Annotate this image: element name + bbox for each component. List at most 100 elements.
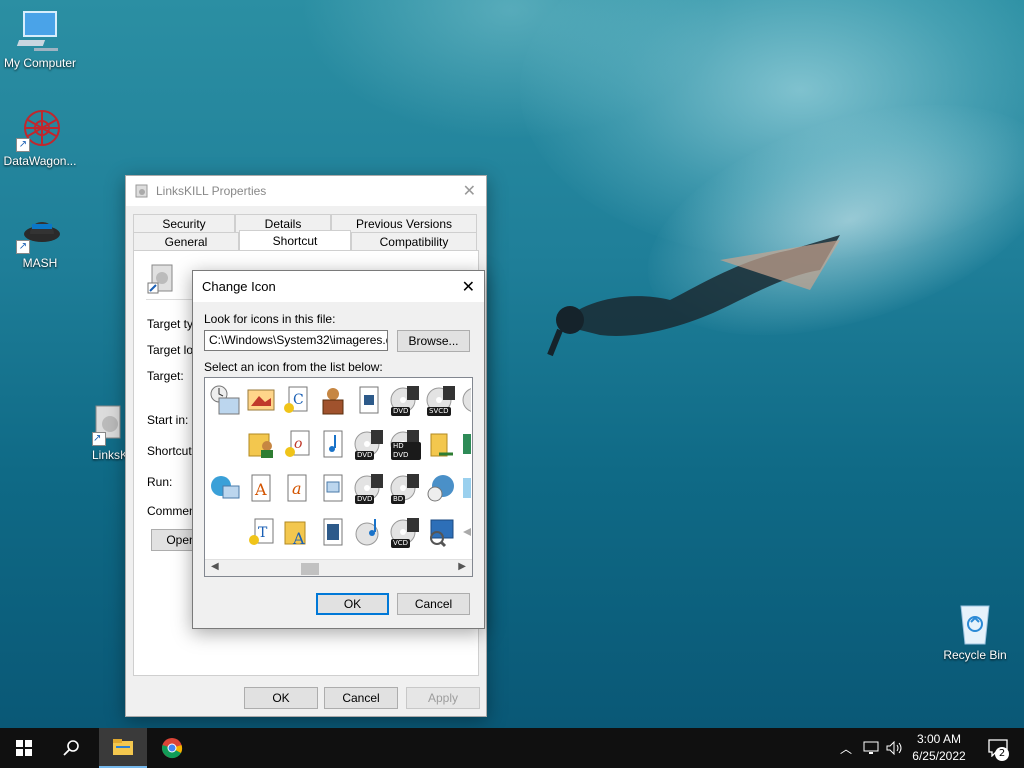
shortcut-arrow-icon: ↗ xyxy=(16,138,30,152)
computer-icon xyxy=(16,11,58,51)
target-label: Target: xyxy=(147,369,184,383)
tab-security[interactable]: Security xyxy=(133,214,235,232)
close-icon[interactable]: ✕ xyxy=(463,181,476,201)
svcd-badge: SVCD xyxy=(427,407,451,416)
close-icon[interactable]: ✕ xyxy=(462,277,475,297)
partial-disc-icon[interactable] xyxy=(461,384,471,416)
desktop-icon-label: LinksKI xyxy=(92,448,132,462)
tab-previous-versions[interactable]: Previous Versions xyxy=(331,214,477,232)
svcd-disc-icon[interactable]: SVCD xyxy=(425,384,457,416)
icon-list[interactable]: C DVD SVCD o DVD HD DVD A a DVD BD T A V… xyxy=(204,377,473,577)
video-document-icon[interactable] xyxy=(353,384,385,416)
search-button[interactable] xyxy=(48,728,96,768)
partial-check-icon[interactable] xyxy=(461,428,471,460)
properties-app-icon xyxy=(135,184,148,198)
datawagon-desktop-icon[interactable]: ↗ DataWagon... xyxy=(0,108,80,168)
desktop-background: My Computer ↗ DataWagon... ↗ MASH ↗ Link… xyxy=(0,0,1024,728)
dvd-disc-icon[interactable]: DVD xyxy=(353,428,385,460)
properties-apply-button[interactable]: Apply xyxy=(406,687,480,709)
desktop-icon-label: Recycle Bin xyxy=(943,648,1007,662)
bd-badge: BD xyxy=(391,495,406,504)
folder-arrow-icon[interactable] xyxy=(425,428,457,460)
font-a-icon[interactable]: A xyxy=(245,472,277,504)
vcd-disc-icon[interactable]: VCD xyxy=(389,516,421,548)
partial-icon[interactable] xyxy=(461,472,471,504)
font-a-italic-icon[interactable]: a xyxy=(281,472,313,504)
film-document-icon[interactable] xyxy=(317,516,349,548)
dvd-disc-icon[interactable]: DVD xyxy=(353,472,385,504)
button-label: OK xyxy=(272,691,290,705)
shortcut-arrow-icon: ↗ xyxy=(92,432,106,446)
diver-image xyxy=(547,235,840,357)
scroll-right-icon[interactable]: ▶ xyxy=(458,561,466,572)
chrome-taskbar-button[interactable] xyxy=(148,728,196,768)
bd-disc-icon[interactable]: BD xyxy=(389,472,421,504)
dvd-disc-icon[interactable]: DVD xyxy=(389,384,421,416)
tab-general[interactable]: General xyxy=(133,232,239,250)
chrome-icon xyxy=(162,738,183,759)
user-folder-icon[interactable] xyxy=(245,428,277,460)
dvd-badge: DVD xyxy=(391,407,411,416)
notification-count-badge: 2 xyxy=(995,747,1009,761)
svg-text:o: o xyxy=(294,436,302,452)
icon-list-horizontal-scrollbar[interactable]: ◀ ▶ xyxy=(205,559,472,576)
recycle-bin-desktop-icon[interactable]: Recycle Bin xyxy=(935,602,1015,662)
button-label: OK xyxy=(343,597,362,611)
recycle-bin-icon xyxy=(960,605,990,645)
network-icon[interactable] xyxy=(860,728,882,768)
vcd-badge: VCD xyxy=(391,539,411,548)
desktop-icon-label: DataWagon... xyxy=(3,154,77,168)
properties-title: LinksKILL Properties xyxy=(156,184,267,198)
button-label: Browse... xyxy=(408,334,459,348)
change-icon-title: Change Icon xyxy=(202,279,276,294)
partial-icon[interactable] xyxy=(461,516,471,548)
chevron-up-icon[interactable]: ︿ xyxy=(836,728,856,768)
properties-ok-button[interactable]: OK xyxy=(244,687,318,709)
music-disc-icon[interactable] xyxy=(353,516,385,548)
image-document-icon[interactable] xyxy=(317,472,349,504)
icon-file-path-input[interactable]: C:\Windows\System32\imageres.dll xyxy=(204,330,388,351)
certificate-document-icon[interactable]: C xyxy=(281,384,313,416)
select-icon-label: Select an icon from the list below: xyxy=(204,360,383,374)
mash-desktop-icon[interactable]: ↗ MASH xyxy=(0,210,80,270)
volume-icon[interactable] xyxy=(884,728,906,768)
certificate-a-icon[interactable]: o xyxy=(281,428,313,460)
tab-shortcut[interactable]: Shortcut xyxy=(239,230,351,251)
scrollbar-thumb[interactable] xyxy=(301,563,319,575)
my-computer-desktop-icon[interactable]: My Computer xyxy=(0,10,80,70)
clock-picture-icon[interactable] xyxy=(209,384,241,416)
shortcut-arrow-icon: ↗ xyxy=(16,240,30,254)
user-briefcase-icon[interactable] xyxy=(317,384,349,416)
tab-compatibility[interactable]: Compatibility xyxy=(351,232,477,250)
browse-button[interactable]: Browse... xyxy=(397,330,470,352)
change-icon-ok-button[interactable]: OK xyxy=(316,593,389,615)
hd-dvd-badge: HD DVD xyxy=(391,442,421,460)
font-folder-icon[interactable]: A xyxy=(281,516,313,548)
globe-clock-icon[interactable] xyxy=(425,472,457,504)
change-icon-cancel-button[interactable]: Cancel xyxy=(397,593,470,615)
svg-text:C: C xyxy=(293,392,304,408)
clock[interactable]: 3:00 AM 6/25/2022 xyxy=(908,728,970,768)
tab-label: Security xyxy=(162,216,206,231)
shortcut-file-icon xyxy=(147,264,173,294)
network-globe-icon[interactable] xyxy=(209,472,241,504)
properties-cancel-button[interactable]: Cancel xyxy=(324,687,398,709)
action-center-button[interactable]: 2 xyxy=(978,728,1018,768)
start-button[interactable] xyxy=(0,728,48,768)
clock-date: 6/25/2022 xyxy=(912,749,966,763)
svg-text:A: A xyxy=(254,480,267,499)
desktop-icon-label: My Computer xyxy=(3,56,77,70)
file-explorer-taskbar-button[interactable] xyxy=(99,728,147,768)
windows-start-icon xyxy=(16,740,32,756)
button-label: Cancel xyxy=(414,597,453,611)
run-label: Run: xyxy=(147,475,173,489)
scroll-left-icon[interactable]: ◀ xyxy=(211,561,219,572)
change-icon-titlebar: Change Icon ✕ xyxy=(193,271,484,302)
search-monitor-icon[interactable] xyxy=(425,516,457,548)
music-document-icon[interactable] xyxy=(317,428,349,460)
certificate-text-icon[interactable]: T xyxy=(245,516,277,548)
hd-dvd-disc-icon[interactable]: HD DVD xyxy=(389,428,421,460)
pictures-icon[interactable] xyxy=(245,384,277,416)
linkskill-desktop-icon[interactable]: ↗ LinksKI xyxy=(72,402,132,462)
taskbar: ︿ 3:00 AM 6/25/2022 2 xyxy=(0,728,1024,768)
